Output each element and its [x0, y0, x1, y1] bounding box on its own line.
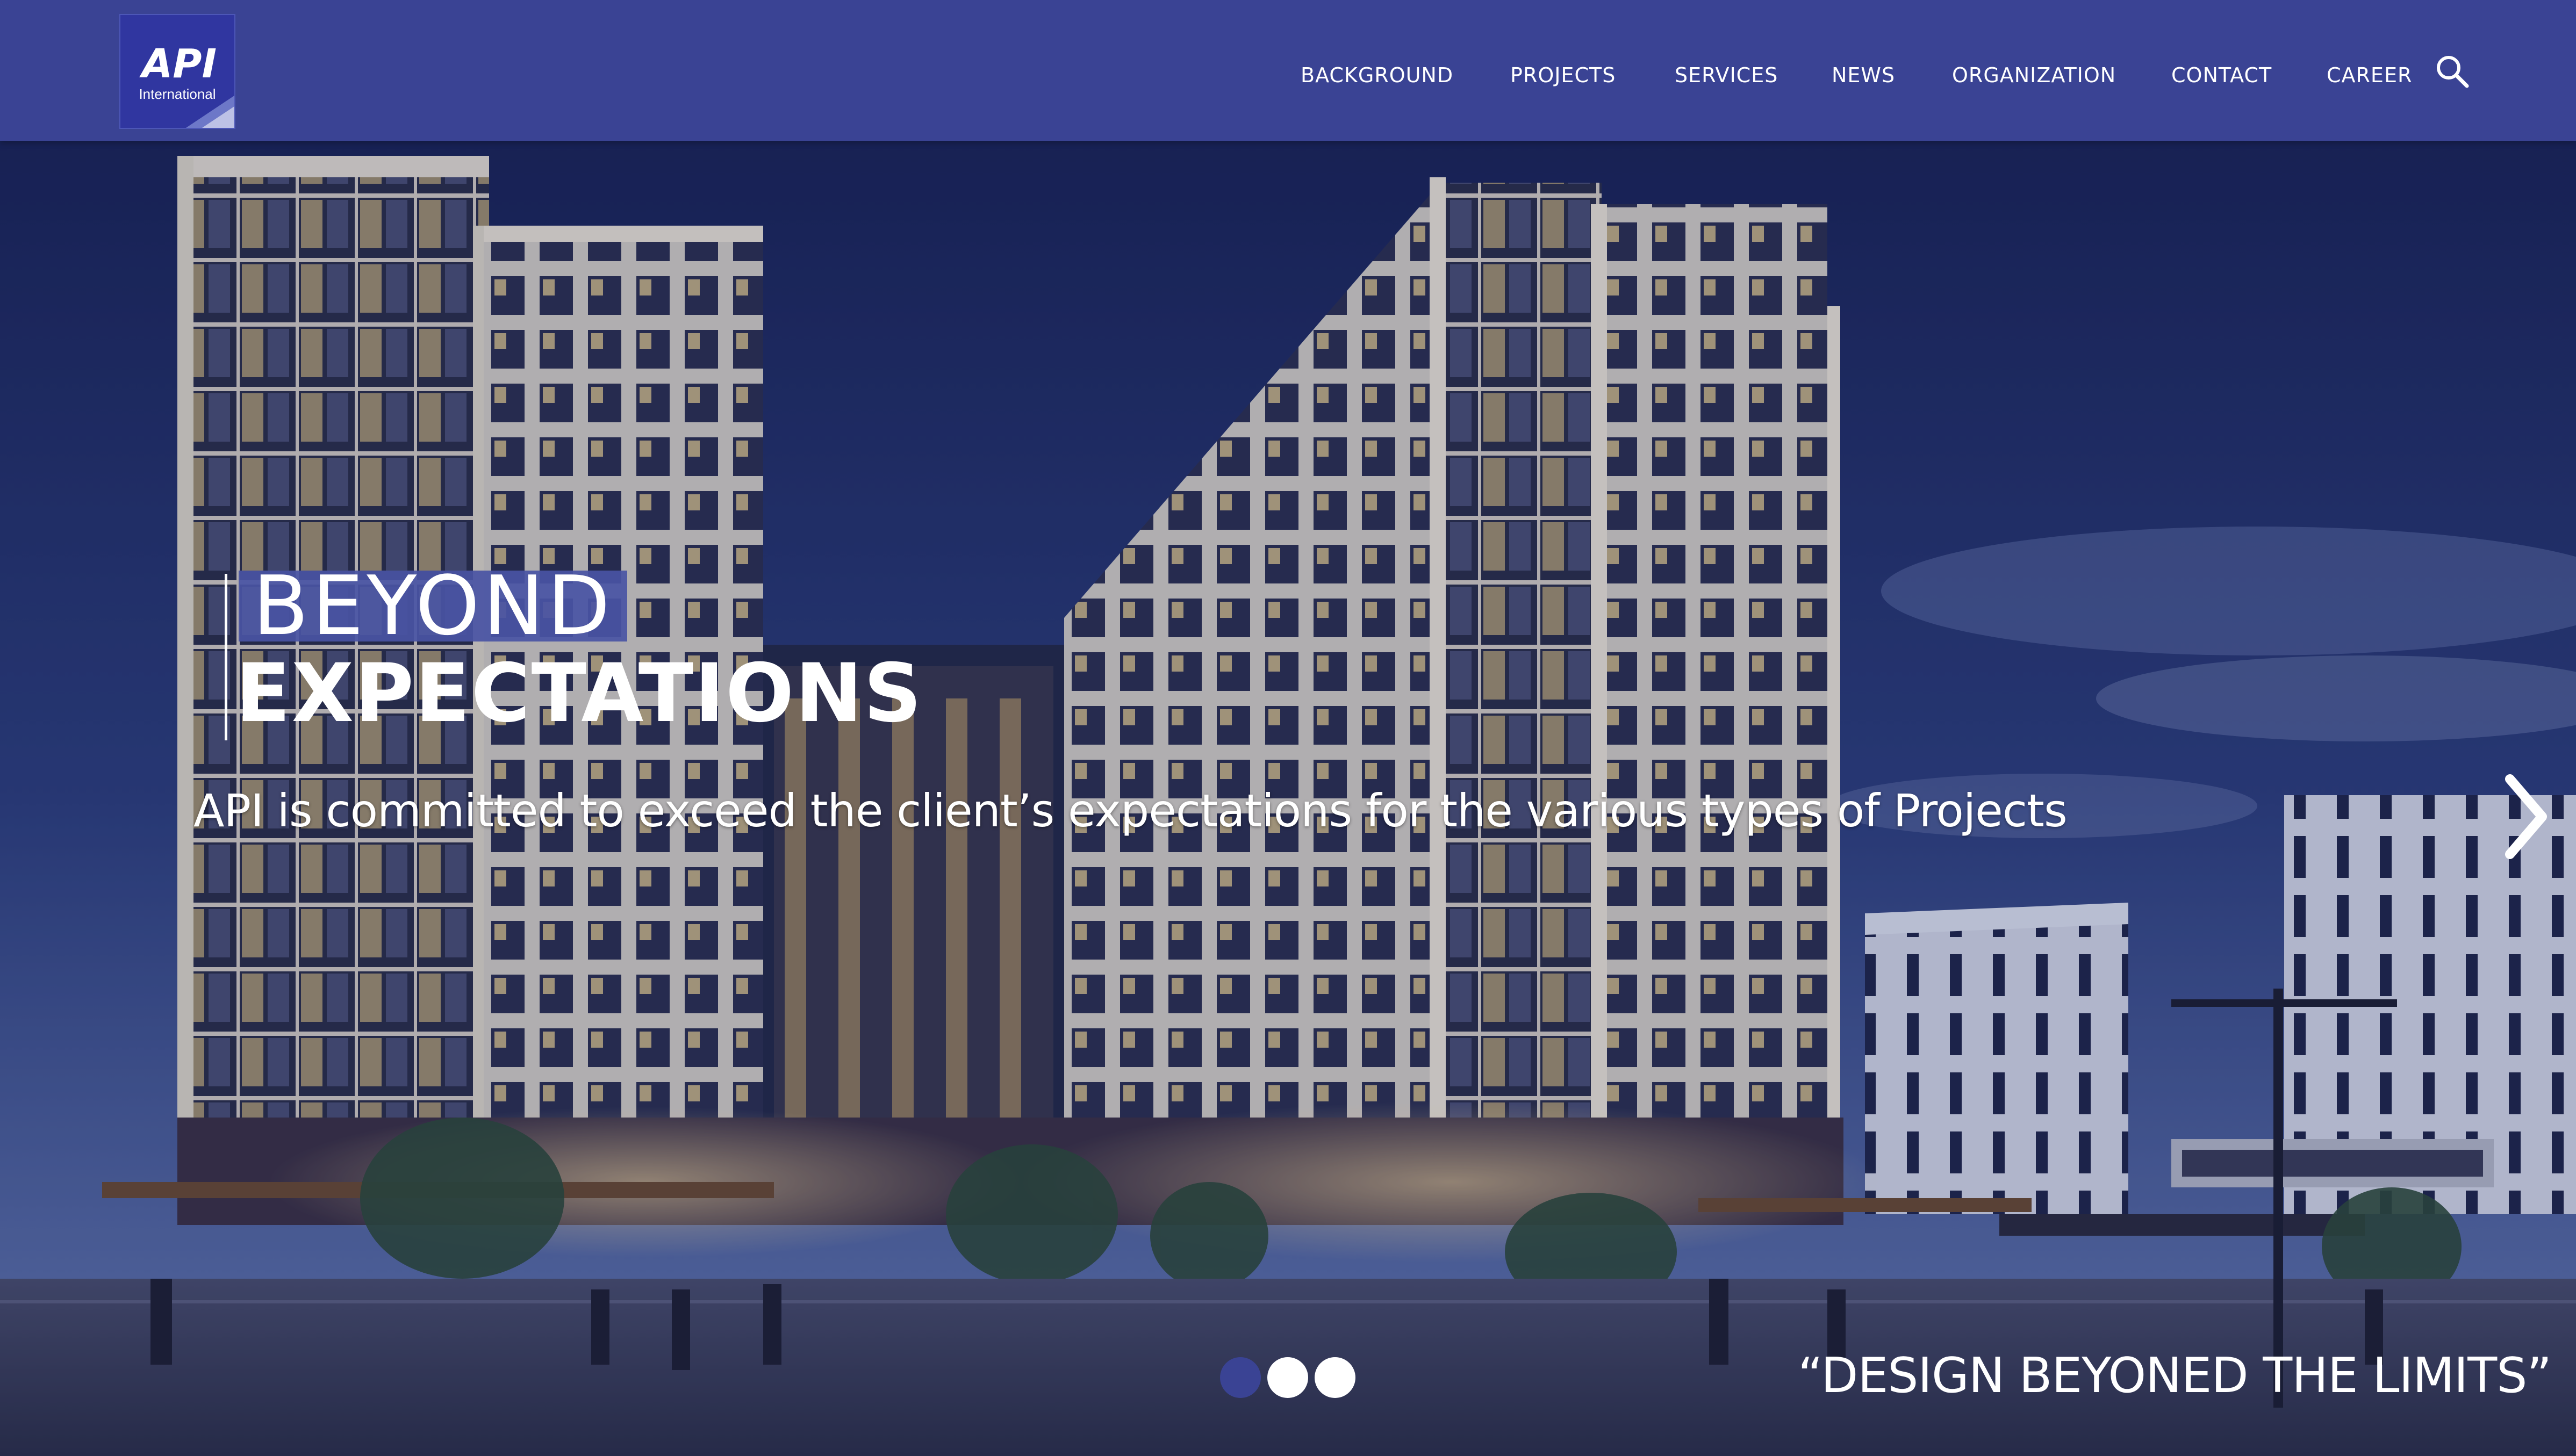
company-logo[interactable]: API International	[119, 14, 235, 129]
headline-top-highlight: BEYOND	[239, 558, 628, 653]
headline-bottom: EXPECTATIONS	[235, 647, 923, 740]
nav-item-news[interactable]: NEWS	[1832, 63, 1895, 87]
nav-item-organization[interactable]: ORGANIZATION	[1952, 63, 2116, 87]
chevron-right-icon[interactable]	[2499, 774, 2553, 860]
logo-mark-icon: API	[139, 41, 217, 84]
nav-item-services[interactable]: SERVICES	[1675, 63, 1778, 87]
search-icon[interactable]	[2434, 53, 2470, 89]
slide-dot-2[interactable]	[1267, 1357, 1308, 1398]
nav-item-background[interactable]: BACKGROUND	[1301, 63, 1453, 87]
main-menu: BACKGROUND PROJECTS SERVICES NEWS ORGANI…	[1301, 63, 2576, 90]
hero-subtitle: API is committed to exceed the client’s …	[193, 784, 2068, 837]
headline-accent-line	[225, 574, 227, 740]
nav-item-career[interactable]: CAREER	[2327, 63, 2412, 87]
hero-tagline: “DESIGN BEYONED THE LIMITS”	[1798, 1347, 2552, 1404]
nav-item-projects[interactable]: PROJECTS	[1510, 63, 1616, 87]
top-navbar: API International BACKGROUND PROJECTS SE…	[0, 0, 2576, 141]
nav-item-contact[interactable]: CONTACT	[2171, 63, 2272, 87]
headline-top: BEYOND	[253, 558, 614, 653]
slide-dot-3[interactable]	[1315, 1357, 1355, 1398]
svg-text:API: API	[139, 41, 217, 84]
slide-dot-1[interactable]	[1220, 1357, 1261, 1398]
logo-triangle-icon	[186, 96, 234, 128]
